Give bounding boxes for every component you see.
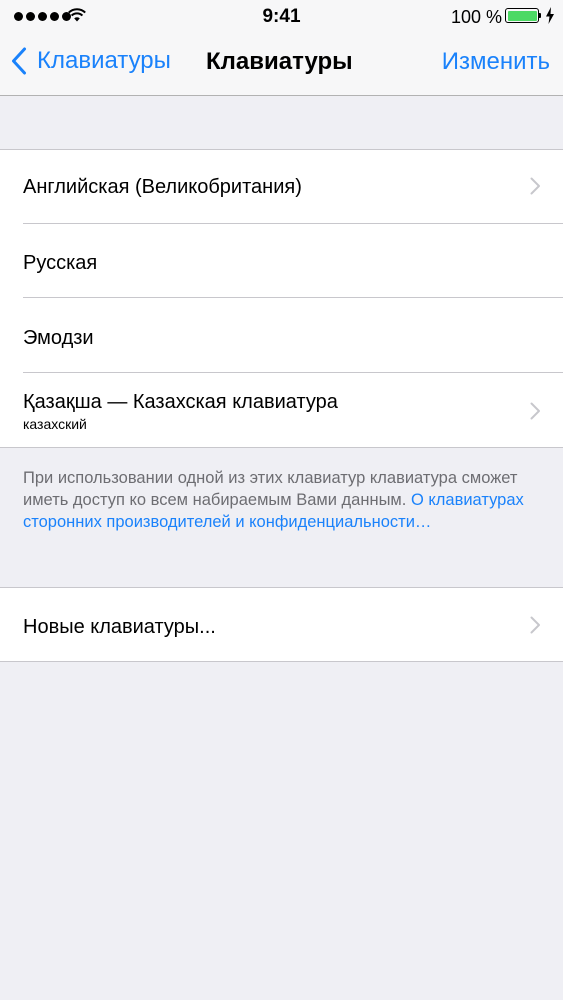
status-bar: 9:41 100 % <box>0 0 563 34</box>
edit-button[interactable]: Изменить <box>442 48 550 76</box>
keyboard-label: Русская <box>23 252 98 274</box>
chevron-left-icon <box>12 47 26 75</box>
keyboard-label: Қазақша — Казахская клавиатура <box>23 391 338 413</box>
keyboards-list: Английская (Великобритания) Русская Эмод… <box>0 149 563 448</box>
charging-bolt-icon <box>546 7 554 24</box>
add-new-keyboard-button[interactable]: Новые клавиатуры... <box>0 588 563 662</box>
navigation-bar: Клавиатуры Клавиатуры Изменить <box>0 34 563 96</box>
battery-percent: 100 % <box>451 7 503 27</box>
keyboard-label: Английская (Великобритания) <box>23 176 302 198</box>
add-keyboard-group: Новые клавиатуры... <box>0 587 563 662</box>
list-item-keyboard-russian[interactable]: Русская <box>0 224 563 298</box>
list-item-keyboard-emoji[interactable]: Эмодзи <box>0 299 563 373</box>
battery-icon <box>505 8 539 23</box>
privacy-note: При использовании одной из этих клавиату… <box>23 467 548 533</box>
row-separator <box>23 297 563 298</box>
keyboard-label: Эмодзи <box>23 327 94 349</box>
row-separator <box>23 372 563 373</box>
list-item-keyboard-english-uk[interactable]: Английская (Великобритания) <box>0 150 563 224</box>
chevron-right-icon <box>530 616 540 634</box>
chevron-right-icon <box>530 402 540 420</box>
back-button[interactable]: Клавиатуры <box>11 47 171 75</box>
battery-tip <box>539 13 541 18</box>
keyboard-sublabel: казахский <box>23 416 87 432</box>
page-title: Клавиатуры <box>206 48 353 75</box>
add-keyboard-label: Новые клавиатуры... <box>23 616 216 638</box>
chevron-right-icon <box>530 177 540 195</box>
list-item-keyboard-kazakh[interactable]: Қазақша — Казахская клавиатура казахский <box>0 374 563 448</box>
back-button-label: Клавиатуры <box>37 47 171 74</box>
